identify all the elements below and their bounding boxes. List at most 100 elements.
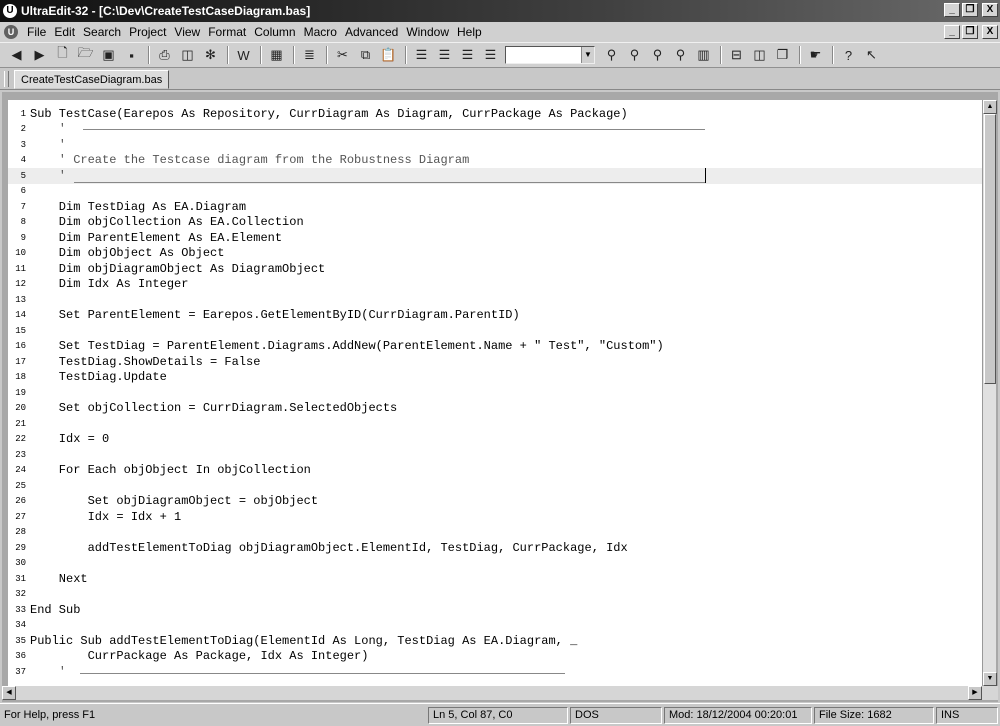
word-wrap-icon[interactable]: W <box>233 45 254 65</box>
code-line[interactable]: 28 <box>8 525 982 541</box>
code-line[interactable]: 17 TestDiag.ShowDetails = False <box>8 354 982 370</box>
code-line[interactable]: 32 <box>8 587 982 603</box>
scroll-left-icon[interactable]: ◀ <box>2 686 16 700</box>
code-line[interactable]: 11 Dim objDiagramObject As DiagramObject <box>8 261 982 277</box>
paste-icon[interactable]: 📋 <box>378 45 399 65</box>
menu-edit[interactable]: Edit <box>50 25 79 39</box>
minimize-button[interactable]: _ <box>944 3 960 17</box>
code-line[interactable]: 31 Next <box>8 571 982 587</box>
doc-restore-button[interactable]: ❐ <box>962 25 978 39</box>
justify-icon[interactable]: ☰ <box>480 45 501 65</box>
forward-arrow-icon[interactable]: ▶ <box>29 45 50 65</box>
replace-icon[interactable]: ⚲ <box>647 45 668 65</box>
find-next-icon[interactable]: ⚲ <box>624 45 645 65</box>
code-editor[interactable]: 1 Sub TestCase(Earepos As Repository, Cur… <box>8 100 982 686</box>
menu-help[interactable]: Help <box>453 25 486 39</box>
code-line[interactable]: 10 Dim objObject As Object <box>8 246 982 262</box>
scroll-up-icon[interactable]: ▲ <box>983 100 997 114</box>
print-icon[interactable]: ⎙ <box>154 45 175 65</box>
code-line[interactable]: 4 ' Create the Testcase diagram from the… <box>8 153 982 169</box>
code-line[interactable]: 22 Idx = 0 <box>8 432 982 448</box>
column-mode-icon[interactable]: ▥ <box>693 45 714 65</box>
menu-macro[interactable]: Macro <box>300 25 341 39</box>
code-line[interactable]: 15 <box>8 323 982 339</box>
context-help-icon[interactable]: ↖ <box>861 45 882 65</box>
code-line[interactable]: 29 addTestElementToDiag objDiagramObject… <box>8 540 982 556</box>
scroll-right-icon[interactable]: ▶ <box>968 686 982 700</box>
horizontal-scrollbar[interactable]: ◀ ▶ <box>2 686 998 700</box>
menu-project[interactable]: Project <box>125 25 170 39</box>
hand-tool-icon[interactable]: ☛ <box>805 45 826 65</box>
hex-mode-icon[interactable]: ▦ <box>266 45 287 65</box>
back-arrow-icon[interactable]: ◀ <box>6 45 27 65</box>
editor-frame: 1 Sub TestCase(Earepos As Repository, Cur… <box>2 92 998 702</box>
code-line[interactable]: 1 Sub TestCase(Earepos As Repository, Cur… <box>8 106 982 122</box>
tab-bar-grip[interactable] <box>4 71 9 87</box>
open-folder-icon[interactable]: 🗁 <box>75 45 96 65</box>
code-line[interactable]: 16 Set TestDiag = ParentElement.Diagrams… <box>8 339 982 355</box>
code-line[interactable]: 23 <box>8 447 982 463</box>
align-left-icon[interactable]: ☰ <box>411 45 432 65</box>
menu-search[interactable]: Search <box>79 25 125 39</box>
code-line[interactable]: 36 CurrPackage As Package, Idx As Intege… <box>8 649 982 665</box>
cascade-icon[interactable]: ❐ <box>772 45 793 65</box>
menu-file[interactable]: File <box>23 25 50 39</box>
code-line[interactable]: 9 Dim ParentElement As EA.Element <box>8 230 982 246</box>
code-line[interactable]: 24 For Each objObject In objCollection <box>8 463 982 479</box>
code-line[interactable]: 18 TestDiag.Update <box>8 370 982 386</box>
code-line[interactable]: 2 ' <box>8 122 982 138</box>
code-line[interactable]: 20 Set objCollection = CurrDiagram.Selec… <box>8 401 982 417</box>
vertical-scrollbar[interactable]: ▲ ▼ <box>982 100 997 686</box>
chevron-down-icon[interactable]: ▼ <box>581 47 594 63</box>
code-line[interactable]: 19 <box>8 385 982 401</box>
code-line[interactable]: 30 <box>8 556 982 572</box>
print-preview-icon[interactable]: ◫ <box>177 45 198 65</box>
align-center-icon[interactable]: ☰ <box>434 45 455 65</box>
code-line[interactable]: 7 Dim TestDiag As EA.Diagram <box>8 199 982 215</box>
code-line[interactable]: 35 Public Sub addTestElementToDiag(Elemen… <box>8 633 982 649</box>
code-line[interactable]: 25 <box>8 478 982 494</box>
tile-icon[interactable]: ◫ <box>749 45 770 65</box>
ultraedit-app-icon[interactable]: U <box>3 4 17 18</box>
code-line[interactable]: 6 <box>8 184 982 200</box>
code-line[interactable]: 14 Set ParentElement = Earepos.GetElemen… <box>8 308 982 324</box>
new-file-icon[interactable]: 🗋 <box>52 45 73 65</box>
help-icon[interactable]: ? <box>838 45 859 65</box>
code-line[interactable]: 37 ' <box>8 664 982 680</box>
find-icon[interactable]: ⚲ <box>601 45 622 65</box>
code-text: TestDiag.ShowDetails = False <box>30 354 261 369</box>
menu-view[interactable]: View <box>170 25 204 39</box>
scroll-down-icon[interactable]: ▼ <box>983 672 997 686</box>
code-line[interactable]: 27 Idx = Idx + 1 <box>8 509 982 525</box>
close-file-icon[interactable]: ▣ <box>98 45 119 65</box>
code-line[interactable]: 13 <box>8 292 982 308</box>
save-icon[interactable]: ▪ <box>121 45 142 65</box>
window-split-icon[interactable]: ⊟ <box>726 45 747 65</box>
find-in-files-icon[interactable]: ⚲ <box>670 45 691 65</box>
menu-advanced[interactable]: Advanced <box>341 25 402 39</box>
vertical-scroll-thumb[interactable] <box>984 114 996 384</box>
code-line[interactable]: 34 <box>8 618 982 634</box>
code-line[interactable]: 21 <box>8 416 982 432</box>
cut-icon[interactable]: ✂ <box>332 45 353 65</box>
code-line[interactable]: 8 Dim objCollection As EA.Collection <box>8 215 982 231</box>
spell-check-icon[interactable]: ✻ <box>200 45 221 65</box>
restore-button[interactable]: ❐ <box>962 3 978 17</box>
menu-column[interactable]: Column <box>250 25 299 39</box>
doc-minimize-button[interactable]: _ <box>944 25 960 39</box>
document-icon[interactable]: U <box>4 25 18 39</box>
close-button[interactable]: X <box>982 3 998 17</box>
copy-icon[interactable]: ⧉ <box>355 45 376 65</box>
menu-window[interactable]: Window <box>402 25 453 39</box>
code-line[interactable]: 5 ' <box>8 168 982 184</box>
align-right-icon[interactable]: ☰ <box>457 45 478 65</box>
code-line[interactable]: 3 ' <box>8 137 982 153</box>
menu-format[interactable]: Format <box>204 25 250 39</box>
code-line[interactable]: 33 End Sub <box>8 602 982 618</box>
line-numbers-icon[interactable]: ≣ <box>299 45 320 65</box>
code-line[interactable]: 26 Set objDiagramObject = objObject <box>8 494 982 510</box>
find-combo[interactable]: ▼ <box>505 46 595 64</box>
tab-createtestcasediagram[interactable]: CreateTestCaseDiagram.bas <box>14 70 170 89</box>
code-line[interactable]: 12 Dim Idx As Integer <box>8 277 982 293</box>
doc-close-button[interactable]: X <box>982 25 998 39</box>
